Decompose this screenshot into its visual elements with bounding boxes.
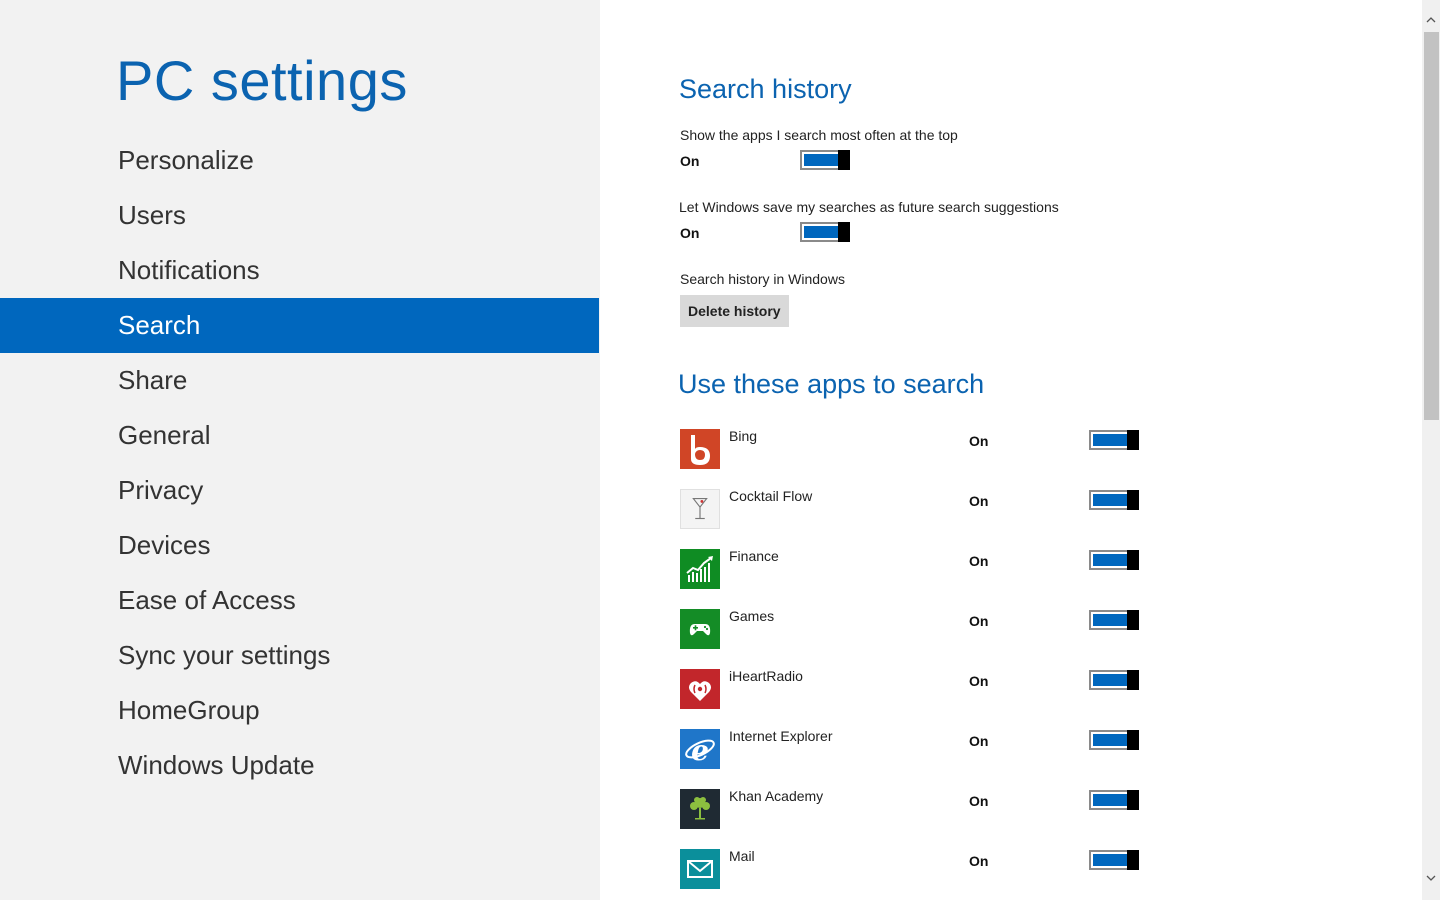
mail-search-toggle[interactable] [1089,850,1139,870]
toggle-fill [1093,614,1127,626]
app-name: Mail [729,848,755,864]
toggle-thumb [838,222,850,242]
vertical-scrollbar[interactable] [1422,0,1440,900]
apps-to-search-heading: Use these apps to search [678,369,985,399]
toggle-fill [1093,554,1127,566]
khan-academy-tree-icon [680,789,720,829]
khan-academy-search-toggle[interactable] [1089,790,1139,810]
app-row-internet-explorer: e Internet Explorer On [680,728,1180,771]
iheartradio-search-toggle[interactable] [1089,670,1139,690]
app-name: Khan Academy [729,788,824,804]
app-state: On [969,613,989,629]
app-name: Games [729,608,775,624]
app-row-games: Games On [680,608,1180,651]
settings-nav-list: Personalize Users Notifications Search S… [0,133,599,793]
toggle-fill [1093,434,1127,446]
mail-envelope-icon [680,849,720,889]
game-controller-icon [680,609,720,649]
app-state: On [969,733,989,749]
show-top-apps-label: Show the apps I search most often at the… [680,127,958,143]
app-row-khan-academy: Khan Academy On [680,788,1180,831]
search-history-heading: Search history [679,74,852,104]
scroll-up-icon[interactable] [1422,10,1440,30]
toggle-thumb [838,150,850,170]
toggle-thumb [1127,430,1139,450]
nav-item-privacy[interactable]: Privacy [0,463,599,518]
finance-search-toggle[interactable] [1089,550,1139,570]
show-top-apps-state: On [680,153,700,169]
app-row-iheartradio: iHeartRadio On [680,668,1180,711]
cocktail-glass-icon [680,489,720,529]
toggle-fill [804,226,838,238]
app-name: Cocktail Flow [729,488,813,504]
nav-item-personalize[interactable]: Personalize [0,133,599,188]
app-state: On [969,673,989,689]
show-top-apps-toggle[interactable] [800,150,850,170]
delete-history-button[interactable]: Delete history [680,295,789,327]
toggle-thumb [1127,790,1139,810]
nav-item-users[interactable]: Users [0,188,599,243]
toggle-fill [1093,794,1127,806]
nav-item-windows-update[interactable]: Windows Update [0,738,599,793]
nav-item-share[interactable]: Share [0,353,599,408]
app-title: PC settings [116,49,408,112]
app-name: iHeartRadio [729,668,803,684]
save-searches-state: On [680,225,700,241]
internet-explorer-search-toggle[interactable] [1089,730,1139,750]
nav-item-sync-your-settings[interactable]: Sync your settings [0,628,599,683]
search-history-in-windows-label: Search history in Windows [680,271,845,287]
toggle-thumb [1127,730,1139,750]
app-row-bing: Bing On [680,428,1180,471]
nav-item-search[interactable]: Search [0,298,599,353]
bing-icon [680,429,720,469]
toggle-thumb [1127,850,1139,870]
save-searches-toggle[interactable] [800,222,850,242]
settings-nav-pane: PC settings Personalize Users Notificati… [0,0,600,900]
svg-text:e: e [691,734,709,767]
app-name: Internet Explorer [729,728,833,744]
app-row-cocktail-flow: Cocktail Flow On [680,488,1180,531]
nav-item-general[interactable]: General [0,408,599,463]
toggle-fill [1093,854,1127,866]
search-settings-content: Search history Show the apps I search mo… [600,0,1422,900]
nav-item-notifications[interactable]: Notifications [0,243,599,298]
scroll-down-icon[interactable] [1422,868,1440,888]
toggle-fill [1093,674,1127,686]
app-row-mail: Mail On [680,848,1180,891]
scrollbar-thumb[interactable] [1424,32,1439,420]
toggle-fill [1093,494,1127,506]
app-state: On [969,433,989,449]
iheartradio-icon [680,669,720,709]
nav-item-devices[interactable]: Devices [0,518,599,573]
save-searches-label: Let Windows save my searches as future s… [679,199,1059,215]
nav-item-ease-of-access[interactable]: Ease of Access [0,573,599,628]
toggle-fill [1093,734,1127,746]
games-search-toggle[interactable] [1089,610,1139,630]
toggle-thumb [1127,610,1139,630]
internet-explorer-icon: e [680,729,720,769]
app-state: On [969,553,989,569]
cocktail-flow-search-toggle[interactable] [1089,490,1139,510]
app-state: On [969,793,989,809]
nav-item-homegroup[interactable]: HomeGroup [0,683,599,738]
toggle-thumb [1127,670,1139,690]
app-row-finance: Finance On [680,548,1180,591]
app-state: On [969,493,989,509]
app-name: Finance [729,548,779,564]
toggle-fill [804,154,838,166]
toggle-thumb [1127,550,1139,570]
bing-search-toggle[interactable] [1089,430,1139,450]
finance-chart-icon [680,549,720,589]
app-name: Bing [729,428,758,444]
app-state: On [969,853,989,869]
toggle-thumb [1127,490,1139,510]
